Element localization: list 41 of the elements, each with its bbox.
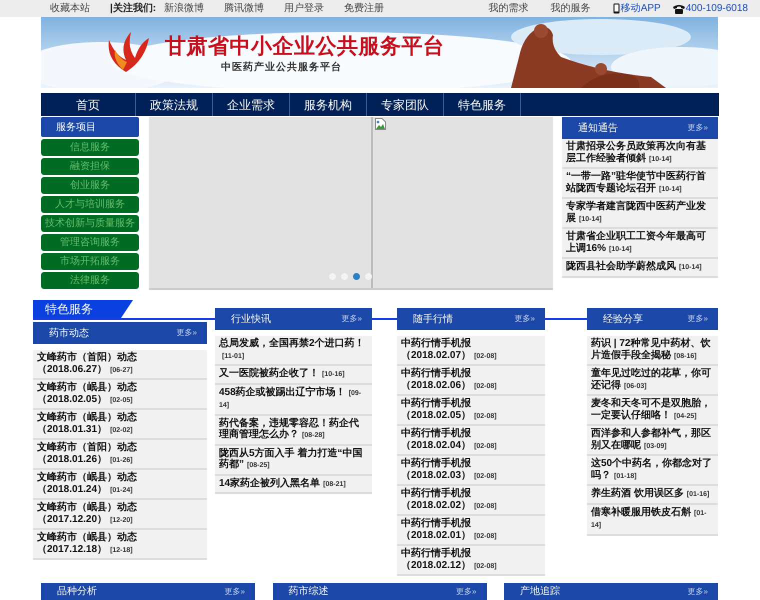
panel-title: 药市动态 [49, 326, 89, 340]
more-link[interactable]: 更多» [456, 586, 476, 598]
panel-title: 随手行情 [413, 312, 453, 326]
mobile-app-link[interactable]: 移动APP [620, 1, 661, 16]
top-link[interactable]: 用户登录 [284, 1, 324, 16]
more-link[interactable]: 更多» [176, 327, 197, 339]
panel-title: 经验分享 [603, 312, 643, 326]
carousel-dot[interactable] [365, 273, 372, 280]
nav-tab[interactable]: 服务机构 [290, 93, 367, 116]
nav-tab[interactable]: 企业需求 [213, 93, 290, 116]
top-link[interactable]: 腾讯微博 [224, 1, 264, 16]
section-tab[interactable]: 特色服务 [33, 300, 133, 318]
nav-tab[interactable]: 首页 [41, 93, 136, 116]
more-link[interactable]: 更多» [688, 313, 708, 325]
top-link[interactable]: 收藏本站 [50, 1, 90, 16]
panel-title: 药市综述 [288, 584, 328, 599]
telephone-icon [672, 4, 685, 14]
panel-title: 行业快讯 [231, 312, 271, 326]
more-link[interactable]: 更多» [224, 586, 245, 598]
sidebar-header: 服务项目 [41, 117, 139, 137]
nav-tab[interactable]: 政策法规 [136, 93, 213, 116]
follow-label: |关注我们: [110, 1, 156, 16]
top-link[interactable]: 我的服务 [550, 1, 591, 16]
panel-title: 品种分析 [57, 584, 97, 599]
site-title: 甘肃省中小企业公共服务平台 [165, 34, 444, 60]
mobile-phone-icon [612, 3, 620, 14]
carousel-dot[interactable] [353, 273, 360, 280]
more-link[interactable]: 更多» [688, 586, 708, 598]
site-subtitle: 中医药产业公共服务平台 [221, 60, 342, 75]
top-link[interactable]: 免费注册 [344, 1, 384, 16]
nav-tab[interactable]: 专家团队 [367, 93, 444, 116]
panel-title: 产地追踪 [520, 584, 560, 599]
more-link[interactable]: 更多» [514, 313, 535, 325]
top-link[interactable]: 新浪微博 [164, 1, 204, 16]
panel-title: 通知通告 [578, 122, 618, 136]
more-link[interactable]: 更多» [342, 313, 362, 325]
phone-number[interactable]: 400-109-6018 [686, 1, 748, 16]
broken-image-icon [375, 118, 386, 130]
top-link[interactable]: 我的需求 [488, 1, 529, 16]
more-link[interactable]: 更多» [688, 122, 708, 134]
nav-tab[interactable]: 特色服务 [444, 93, 521, 116]
